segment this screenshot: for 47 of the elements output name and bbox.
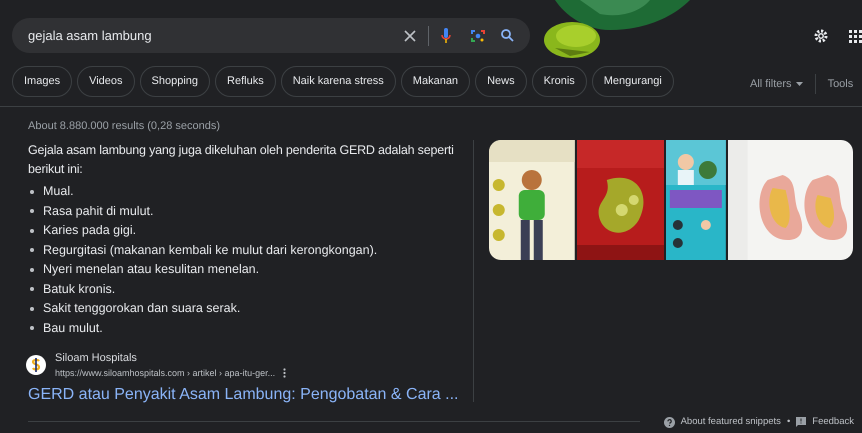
list-item: Nyeri menelan atau kesulitan menelan.: [43, 261, 260, 278]
list-item: Bau mulut.: [43, 320, 103, 337]
caret-icon: [796, 82, 803, 86]
list-item: Rasa pahit di mulut.: [43, 202, 154, 220]
about-snippets-link[interactable]: About featured snippets: [680, 415, 781, 430]
list-item: Regurgitasi (makanan kembali ke mulut dari kerongkongan).: [43, 242, 378, 259]
filter-chip[interactable]: Videos: [77, 66, 135, 97]
feedback-icon: [796, 417, 806, 428]
help-icon: [664, 416, 675, 428]
site-logo-icon: [26, 355, 46, 375]
bullet-icon: [30, 248, 34, 252]
bullet-icon: [30, 228, 34, 233]
filter-chip[interactable]: News: [475, 66, 527, 97]
search-icon[interactable]: [501, 29, 514, 42]
feedback-link[interactable]: Feedback: [812, 415, 854, 430]
result-url: https://www.siloamhospitals.com › artikel › apa-itu-ger...: [55, 366, 276, 380]
bullet-icon: [30, 190, 34, 194]
filter-chip[interactable]: Makanan: [400, 66, 470, 97]
filter-chip[interactable]: Shopping: [140, 66, 210, 97]
apps-icon[interactable]: [849, 30, 862, 43]
settings-icon[interactable]: [813, 28, 829, 44]
camera-icon[interactable]: [471, 28, 485, 42]
result-stats: About 8.880.000 results (0,28 seconds): [28, 119, 220, 134]
bullet-icon: [30, 287, 34, 292]
list-item: Karies pada gigi.: [43, 222, 136, 240]
list-item: Batuk kronis.: [43, 280, 116, 298]
filter-chip[interactable]: Images: [12, 66, 72, 97]
list-item: Mual.: [43, 183, 74, 200]
filter-chip[interactable]: Refluks: [215, 66, 276, 97]
snippet-text: Gejala asam lambung yang juga dikeluhan oleh penderita GERD adalah seperti berikut ini:: [28, 142, 455, 178]
result-title-link[interactable]: GERD atau Penyakit Asam Lambung: Pengobatan & Cara ...: [28, 383, 458, 407]
more-icon[interactable]: [283, 368, 286, 378]
site-name: Siloam Hospitals: [55, 351, 138, 366]
close-icon[interactable]: [404, 30, 416, 42]
separator: •: [786, 415, 790, 429]
bullet-icon: [30, 326, 34, 330]
search-field[interactable]: gejala asam lambung: [12, 18, 530, 53]
bullet-icon: [30, 209, 34, 214]
microphone-icon[interactable]: [441, 28, 451, 44]
bullet-icon: [30, 306, 34, 311]
bullet-icon: [30, 268, 34, 272]
list-item: Sakit tenggorokan dan suara serak.: [43, 300, 240, 318]
all-filters-button[interactable]: All filters: [750, 76, 803, 92]
filter-chip[interactable]: Naik karena stress: [280, 66, 396, 97]
filter-chip[interactable]: Kronis: [532, 66, 587, 97]
tools-button[interactable]: Tools: [828, 76, 854, 92]
filter-chip[interactable]: Mengurangi: [592, 66, 674, 97]
